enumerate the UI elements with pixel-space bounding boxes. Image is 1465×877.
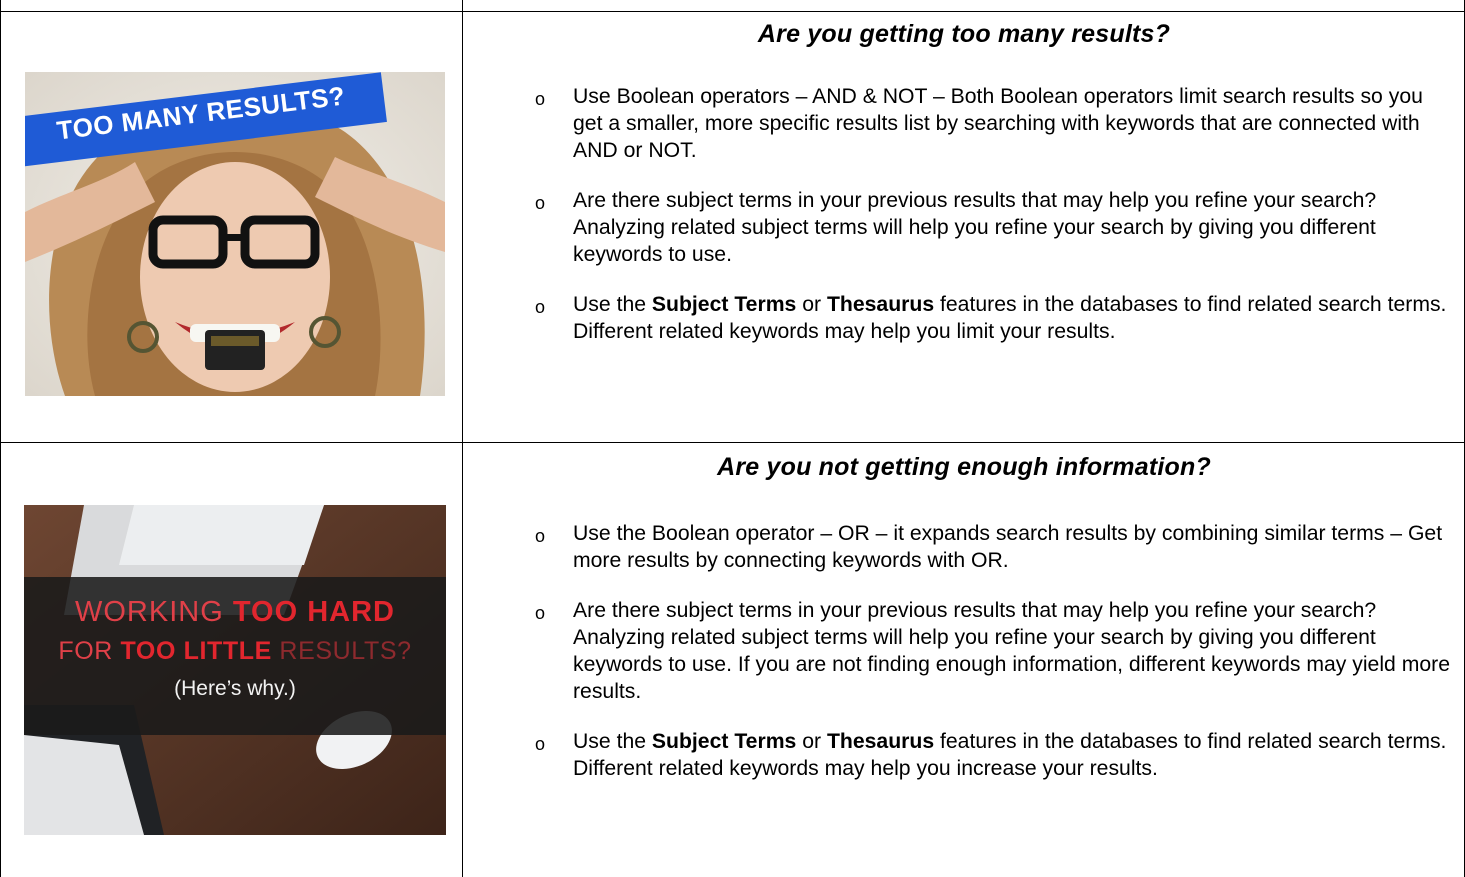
tip-item: o Are there subject terms in your previo… [535, 597, 1455, 705]
not-enough-information-heading: Are you not getting enough information? [717, 453, 1211, 481]
thesaurus-label: Thesaurus [826, 293, 935, 316]
tip-text: Use the Subject Terms or Thesaurus featu… [573, 293, 1447, 343]
bullet-icon: o [535, 193, 546, 213]
tip-text: Are there subject terms in your previous… [573, 599, 1450, 703]
tip-text: Are there subject terms in your previous… [573, 189, 1377, 266]
not-enough-information-tips: o Use the Boolean operator – OR – it exp… [535, 520, 1455, 782]
caption-heres-why: (Here’s why.) [174, 677, 296, 700]
bullet-icon: o [535, 89, 546, 109]
too-little-results-image: WORKING TOO HARD FOR TOO LITTLE RESULTS?… [24, 505, 446, 835]
too-little-results-caption: WORKING TOO HARD FOR TOO LITTLE RESULTS?… [24, 593, 446, 707]
bullet-icon: o [535, 603, 546, 623]
too-many-results-tips: o Use Boolean operators – AND & NOT – Bo… [535, 83, 1455, 345]
caption-results: RESULTS? [271, 637, 412, 665]
table-top-border [0, 11, 1465, 12]
caption-too-little: TOO LITTLE [120, 637, 272, 665]
bullet-icon: o [535, 526, 546, 546]
thesaurus-label: Thesaurus [826, 730, 935, 753]
table-row-divider [0, 442, 1465, 443]
tip-item: o Use Boolean operators – AND & NOT – Bo… [535, 83, 1455, 164]
subject-terms-label: Subject Terms [651, 730, 797, 753]
caption-working: WORKING [75, 596, 233, 628]
tip-item: o Use the Boolean operator – OR – it exp… [535, 520, 1455, 574]
tip-text: Use Boolean operators – AND & NOT – Both… [573, 85, 1423, 162]
tip-item: o Use the Subject Terms or Thesaurus fea… [535, 291, 1455, 345]
bullet-icon: o [535, 297, 546, 317]
bullet-icon: o [535, 734, 546, 754]
subject-terms-label: Subject Terms [651, 293, 797, 316]
too-many-results-heading: Are you getting too many results? [757, 20, 1171, 48]
caption-too-hard: TOO HARD [232, 596, 395, 628]
too-many-results-image: TOO MANY RESULTS? [25, 72, 445, 396]
tip-item: o Are there subject terms in your previo… [535, 187, 1455, 268]
tip-text: Use the Subject Terms or Thesaurus featu… [573, 730, 1447, 780]
tip-item: o Use the Subject Terms or Thesaurus fea… [535, 728, 1455, 782]
tip-text: Use the Boolean operator – OR – it expan… [573, 522, 1443, 572]
caption-for: FOR [58, 637, 121, 665]
table-column-divider [462, 0, 463, 877]
table-left-border [0, 0, 1, 877]
